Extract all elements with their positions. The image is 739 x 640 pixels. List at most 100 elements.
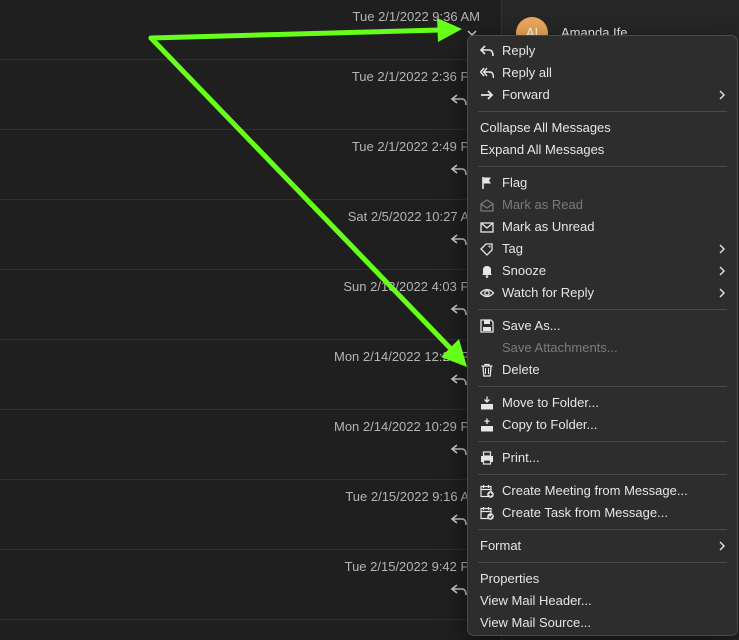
message-date: Sun 2/13/2022 4:03 PM	[343, 279, 480, 294]
menu-item-save-as[interactable]: Save As...	[468, 315, 737, 337]
menu-item-mark-read: Mark as Read	[468, 194, 737, 216]
printer-icon	[481, 451, 493, 465]
message-date: Tue 2/1/2022 2:49 PM	[351, 139, 480, 154]
menu-item-delete[interactable]: Delete	[468, 359, 737, 381]
menu-item-save-attachments: Save Attachments...	[468, 337, 737, 359]
menu-divider	[478, 111, 727, 112]
bell-icon	[482, 266, 492, 278]
menu-item-label: View Mail Header...	[480, 593, 592, 608]
reply-icon	[451, 164, 467, 176]
message-date: Mon 2/14/2022 10:29 PM	[334, 419, 480, 434]
move-to-folder-icon	[481, 396, 493, 410]
chevron-right-icon	[719, 288, 725, 298]
reply-icon	[451, 444, 467, 456]
menu-divider	[478, 166, 727, 167]
menu-item-label: Create Task from Message...	[502, 505, 668, 520]
menu-item-forward[interactable]: Forward	[468, 84, 737, 106]
message-row[interactable]: Mon 2/14/2022 12:21 PM	[0, 340, 501, 410]
chevron-right-icon	[719, 90, 725, 100]
save-icon	[480, 319, 494, 333]
menu-item-label: Save Attachments...	[502, 340, 618, 355]
menu-item-label: Move to Folder...	[502, 395, 599, 410]
reply-all-icon	[480, 67, 494, 79]
menu-item-watch-reply[interactable]: Watch for Reply	[468, 282, 737, 304]
menu-divider	[478, 529, 727, 530]
message-row[interactable]: Tue 2/15/2022 9:42 PM	[0, 550, 501, 620]
menu-item-label: Reply all	[502, 65, 552, 80]
menu-item-label: Collapse All Messages	[480, 120, 611, 135]
reply-icon	[451, 304, 467, 316]
menu-item-label: Flag	[502, 175, 528, 190]
menu-item-label: Format	[480, 538, 522, 553]
menu-item-create-task[interactable]: Create Task from Message...	[468, 502, 737, 524]
menu-item-label: Create Meeting from Message...	[502, 483, 688, 498]
reply-icon	[451, 514, 467, 526]
menu-item-label: Reply	[502, 43, 536, 58]
message-row[interactable]: Tue 2/15/2022 9:16 AM	[0, 480, 501, 550]
menu-item-label: Expand All Messages	[480, 142, 605, 157]
menu-divider	[478, 386, 727, 387]
menu-item-properties[interactable]: Properties	[468, 568, 737, 590]
message-date: Tue 2/15/2022 9:42 PM	[344, 559, 480, 574]
menu-divider	[478, 562, 727, 563]
calendar-add-icon	[480, 485, 494, 498]
context-menu: Reply Reply all Forward Collapse All Mes…	[467, 35, 738, 636]
menu-item-label: Print...	[502, 450, 540, 465]
reply-icon	[451, 374, 467, 386]
menu-item-label: Copy to Folder...	[502, 417, 598, 432]
chevron-right-icon	[719, 541, 725, 551]
flag-icon	[482, 177, 491, 189]
menu-divider	[478, 309, 727, 310]
message-date: Tue 2/15/2022 9:16 AM	[345, 489, 480, 504]
envelope-icon	[480, 222, 494, 233]
menu-item-tag[interactable]: Tag	[468, 238, 737, 260]
reply-icon	[480, 45, 494, 57]
message-row[interactable]: Sat 2/5/2022 10:27 AM	[0, 200, 501, 270]
message-row[interactable]: Tue 2/1/2022 9:36 AM	[0, 0, 501, 60]
menu-divider	[478, 441, 727, 442]
menu-item-view-source[interactable]: View Mail Source...	[468, 612, 737, 634]
message-date: Tue 2/1/2022 2:36 PM	[351, 69, 480, 84]
menu-item-label: Tag	[502, 241, 523, 256]
message-list: Tue 2/1/2022 9:36 AM Tue 2/1/2022 2:36 P…	[0, 0, 501, 640]
menu-item-collapse-all[interactable]: Collapse All Messages	[468, 117, 737, 139]
tag-icon	[480, 243, 493, 256]
message-row[interactable]: Tue 2/1/2022 2:49 PM	[0, 130, 501, 200]
message-row[interactable]: Mon 2/14/2022 10:29 PM	[0, 410, 501, 480]
menu-item-snooze[interactable]: Snooze	[468, 260, 737, 282]
menu-item-label: View Mail Source...	[480, 615, 592, 630]
menu-item-label: Forward	[502, 87, 550, 102]
menu-item-label: Properties	[480, 571, 540, 586]
menu-item-label: Watch for Reply	[502, 285, 594, 300]
envelope-open-icon	[480, 199, 494, 212]
menu-item-move-folder[interactable]: Move to Folder...	[468, 392, 737, 414]
message-date: Tue 2/1/2022 9:36 AM	[352, 9, 480, 24]
menu-item-format[interactable]: Format	[468, 535, 737, 557]
menu-item-expand-all[interactable]: Expand All Messages	[468, 139, 737, 161]
menu-item-mark-unread[interactable]: Mark as Unread	[468, 216, 737, 238]
menu-item-label: Snooze	[502, 263, 547, 278]
menu-item-reply-all[interactable]: Reply all	[468, 62, 737, 84]
menu-item-create-meeting[interactable]: Create Meeting from Message...	[468, 480, 737, 502]
message-date: Sat 2/5/2022 10:27 AM	[347, 209, 480, 224]
eye-icon	[480, 288, 494, 298]
menu-item-label: Delete	[502, 362, 540, 377]
menu-item-print[interactable]: Print...	[468, 447, 737, 469]
menu-item-label: Mark as Read	[502, 197, 583, 212]
reply-icon	[451, 584, 467, 596]
calendar-task-icon	[480, 507, 494, 520]
menu-item-label: Save As...	[502, 318, 561, 333]
reply-icon	[451, 94, 467, 106]
menu-item-reply[interactable]: Reply	[468, 40, 737, 62]
menu-item-copy-folder[interactable]: Copy to Folder...	[468, 414, 737, 436]
menu-item-label: Mark as Unread	[502, 219, 595, 234]
message-row[interactable]: Tue 2/1/2022 2:36 PM	[0, 60, 501, 130]
trash-icon	[481, 363, 493, 377]
menu-item-flag[interactable]: Flag	[468, 172, 737, 194]
message-date: Mon 2/14/2022 12:21 PM	[334, 349, 480, 364]
forward-arrow-icon	[481, 90, 494, 100]
menu-divider	[478, 474, 727, 475]
menu-item-view-header[interactable]: View Mail Header...	[468, 590, 737, 612]
chevron-right-icon	[719, 266, 725, 276]
message-row[interactable]: Sun 2/13/2022 4:03 PM	[0, 270, 501, 340]
